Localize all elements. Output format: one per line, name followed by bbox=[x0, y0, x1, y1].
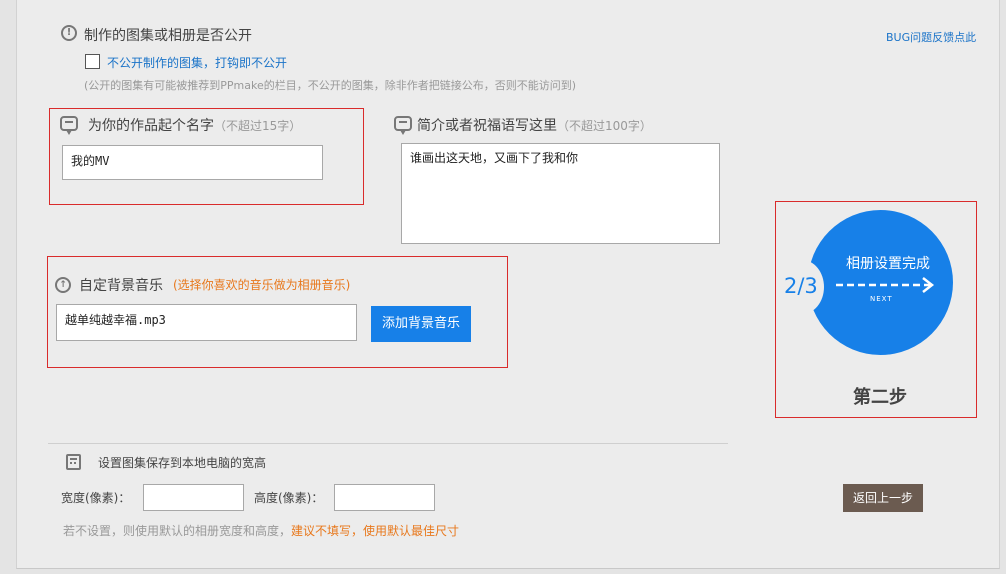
description-textarea[interactable]: 谁画出这天地，又画下了我和你 bbox=[401, 143, 720, 244]
height-input[interactable] bbox=[334, 484, 435, 511]
add-music-button[interactable]: 添加背景音乐 bbox=[371, 306, 471, 342]
speech-bubble-icon bbox=[394, 116, 412, 135]
step-circle-label[interactable]: 相册设置完成 bbox=[846, 253, 930, 273]
name-title: 为你的作品起个名字（不超过15字） bbox=[88, 115, 301, 135]
size-note: 若不设置，则使用默认的相册宽度和高度，建议不填写，使用默认最佳尺寸 bbox=[63, 522, 459, 539]
height-label: 高度(像素)： bbox=[254, 491, 324, 505]
warning-icon: ! bbox=[61, 25, 77, 41]
music-hint: (选择你喜欢的音乐做为相册音乐) bbox=[173, 278, 351, 292]
width-label: 宽度(像素)： bbox=[61, 491, 131, 505]
back-button[interactable]: 返回上一步 bbox=[843, 484, 923, 512]
width-input[interactable] bbox=[143, 484, 244, 511]
privacy-note: (公开的图集有可能被推荐到PPmake的栏目，不公开的图集，除非作者把链接公布，… bbox=[84, 79, 577, 92]
step-caption: 第二步 bbox=[853, 387, 907, 408]
music-title: 自定背景音乐 bbox=[79, 278, 163, 294]
name-hint: （不超过15字） bbox=[214, 119, 302, 133]
music-file-input[interactable]: 越单纯越幸福.mp3 bbox=[56, 304, 357, 341]
speech-bubble-icon bbox=[60, 116, 78, 135]
next-label: NEXT bbox=[870, 295, 893, 303]
album-name-input[interactable]: 我的MV bbox=[62, 145, 323, 180]
section-divider bbox=[48, 443, 728, 444]
size-title: 设置图集保存到本地电脑的宽高 bbox=[98, 456, 267, 470]
size-note-prefix: 若不设置，则使用默认的相册宽度和高度， bbox=[63, 524, 292, 538]
bug-feedback-link[interactable]: BUG问题反馈点此 bbox=[886, 29, 976, 45]
desc-title-text: 简介或者祝福语写这里 bbox=[417, 118, 557, 134]
size-note-highlight: 建议不填写，使用默认最佳尺寸 bbox=[291, 524, 460, 538]
calculator-icon bbox=[66, 454, 81, 470]
music-upload-icon: ↑ bbox=[55, 277, 71, 293]
desc-title: 简介或者祝福语写这里（不超过100字） bbox=[417, 115, 652, 135]
private-checkbox[interactable] bbox=[85, 54, 100, 69]
privacy-title: 制作的图集或相册是否公开 bbox=[84, 28, 252, 44]
private-checkbox-label[interactable]: 不公开制作的图集，打钩即不公开 bbox=[107, 54, 287, 71]
name-title-text: 为你的作品起个名字 bbox=[88, 118, 214, 134]
desc-hint: （不超过100字） bbox=[557, 119, 652, 133]
step-progress: 2/3 bbox=[784, 274, 818, 298]
